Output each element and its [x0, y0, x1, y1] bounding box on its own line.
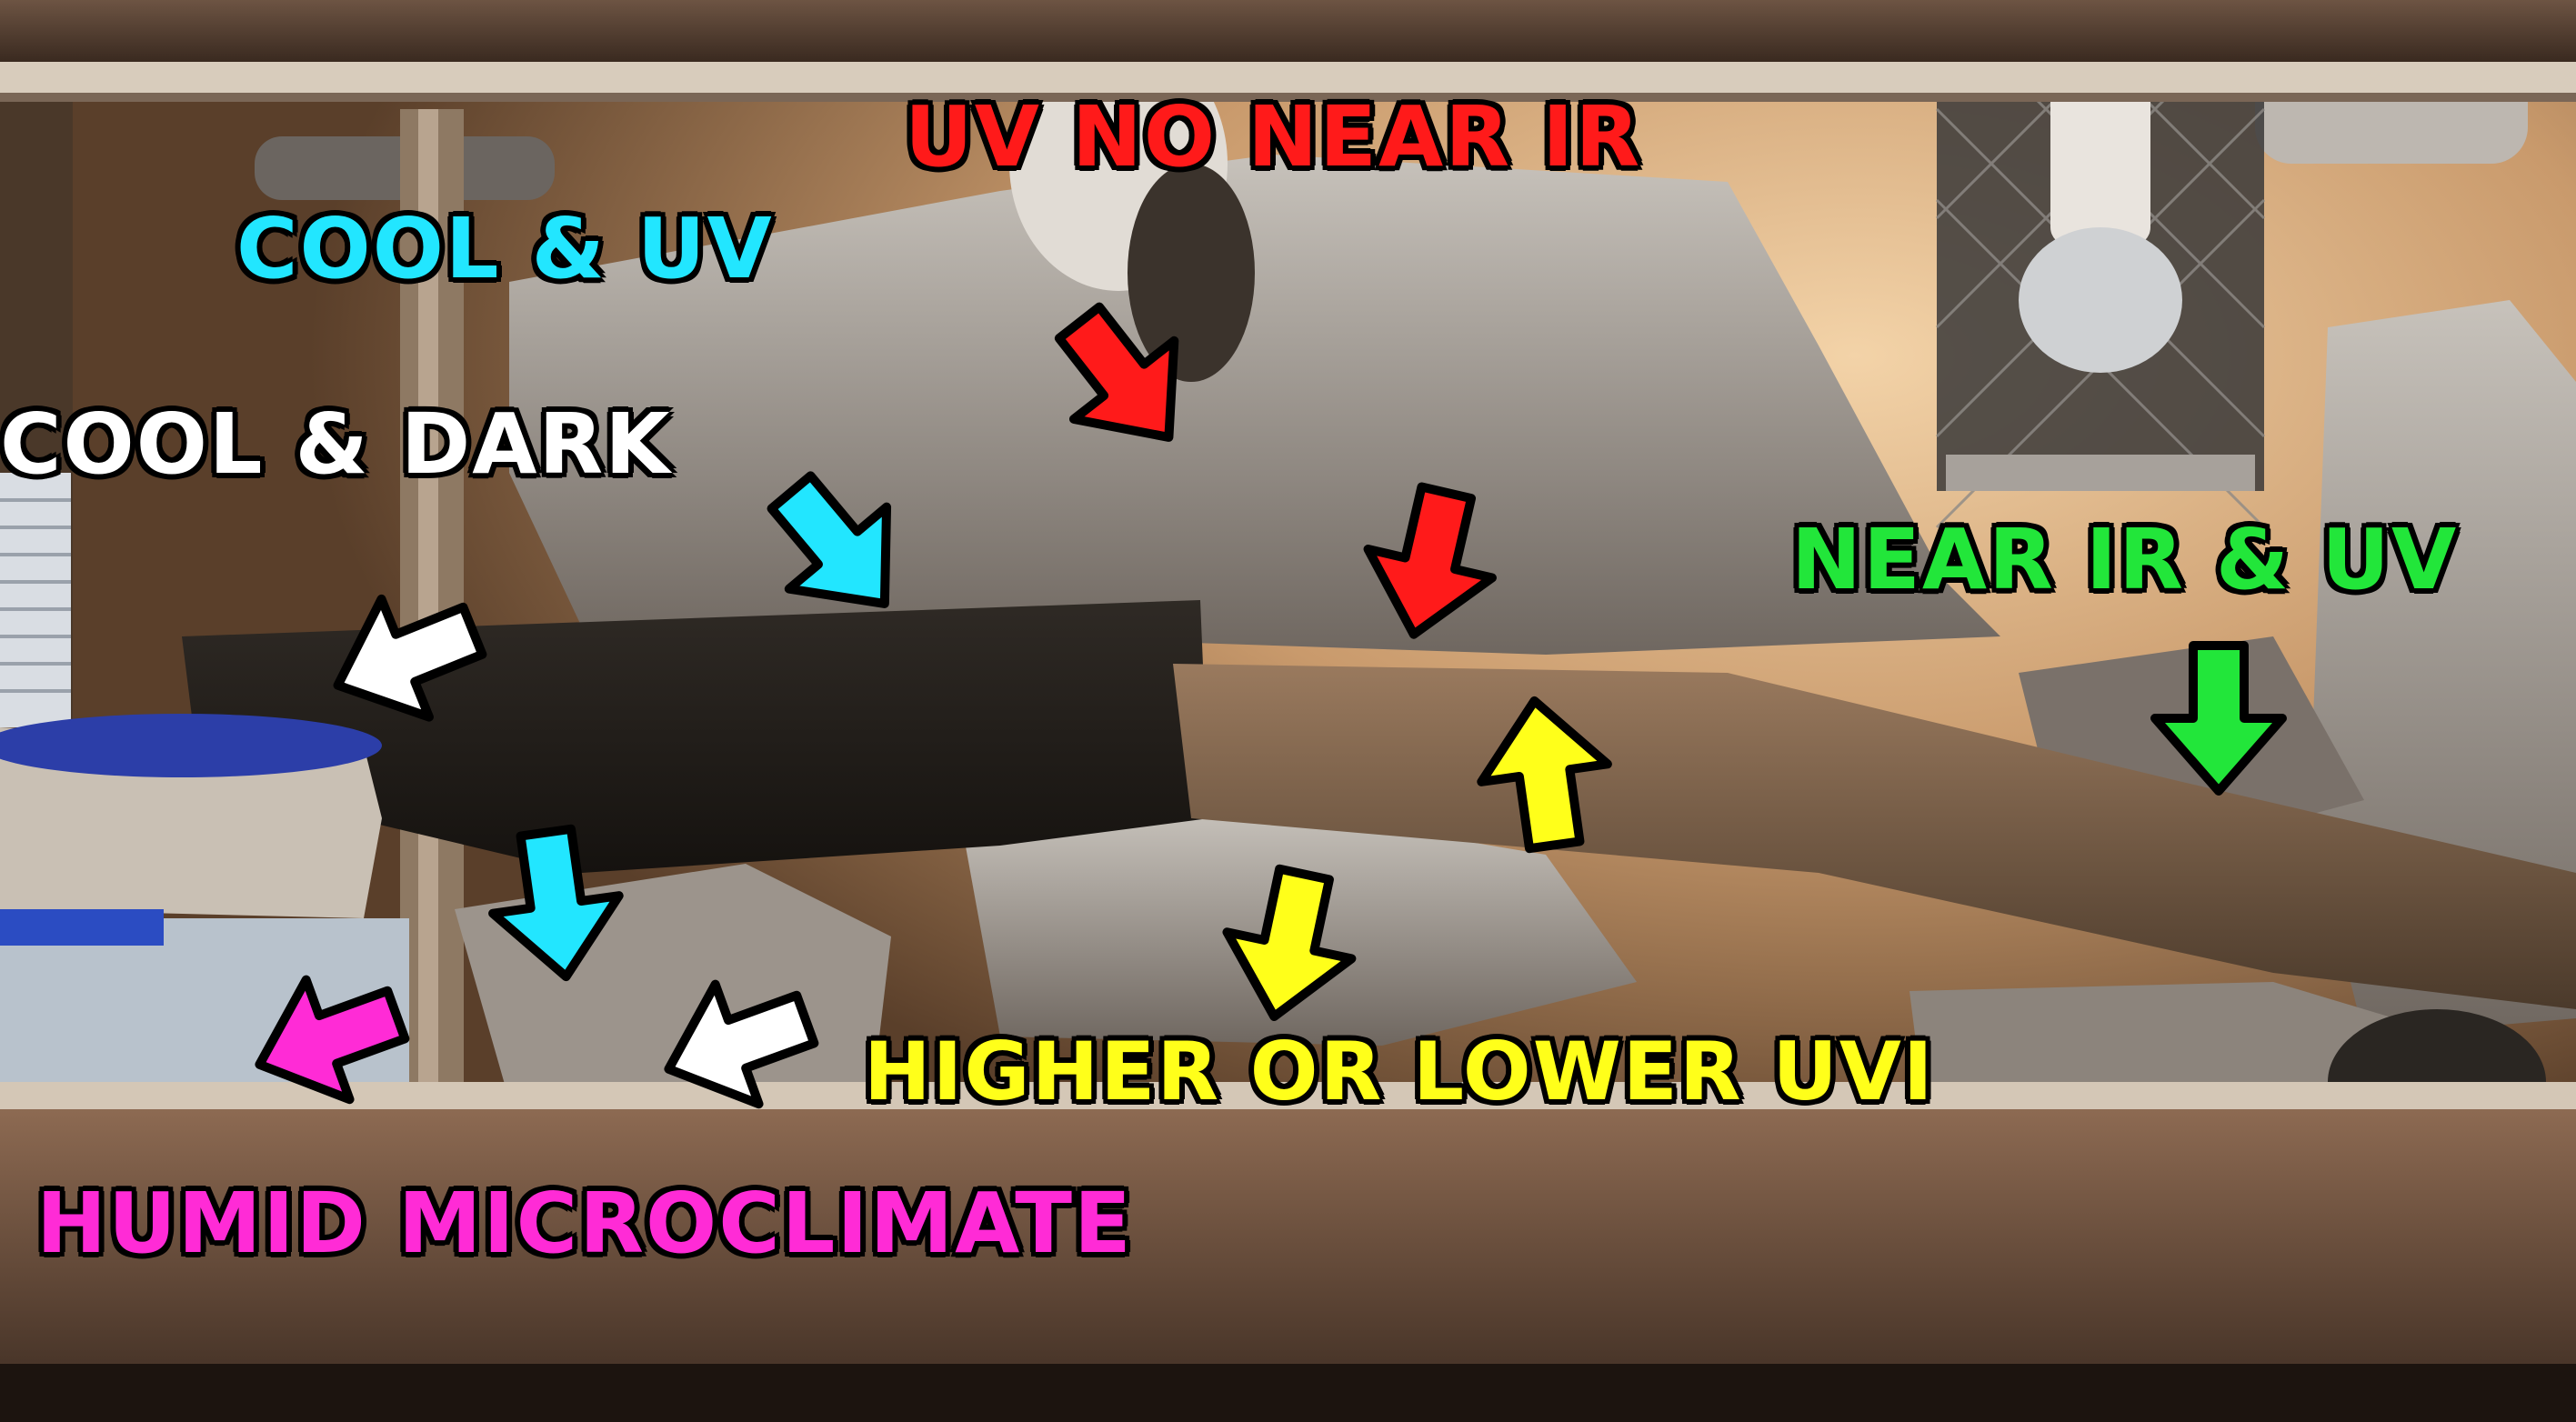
magenta-arrow [237, 955, 417, 1124]
label-humid-microclimate: HUMID MICROCLIMATE [36, 1175, 1133, 1272]
label-uv-no-near-ir: UV NO NEAR IR [905, 88, 1642, 185]
label-higher-lower-uvi: HIGHER OR LOWER UVI [864, 1025, 1935, 1118]
green-arrow [2155, 646, 2282, 791]
red-arrow-lower [1352, 478, 1509, 648]
label-cool-dark: COOL & DARK [0, 396, 672, 493]
yellow-arrow-down [1212, 861, 1367, 1030]
cyan-arrow-upper [742, 451, 933, 645]
cyan-arrow-lower [483, 824, 629, 986]
white-arrow-upper [314, 572, 496, 745]
yellow-arrow-up [1471, 692, 1618, 854]
red-arrow-upper [1029, 284, 1219, 476]
terrarium-scene: UV NO NEAR IR COOL & UV COOL & DARK NEAR… [0, 0, 2576, 1422]
label-near-ir-uv: NEAR IR & UV [1791, 511, 2459, 608]
label-cool-uv: COOL & UV [236, 200, 774, 297]
white-arrow-lower [647, 959, 827, 1128]
